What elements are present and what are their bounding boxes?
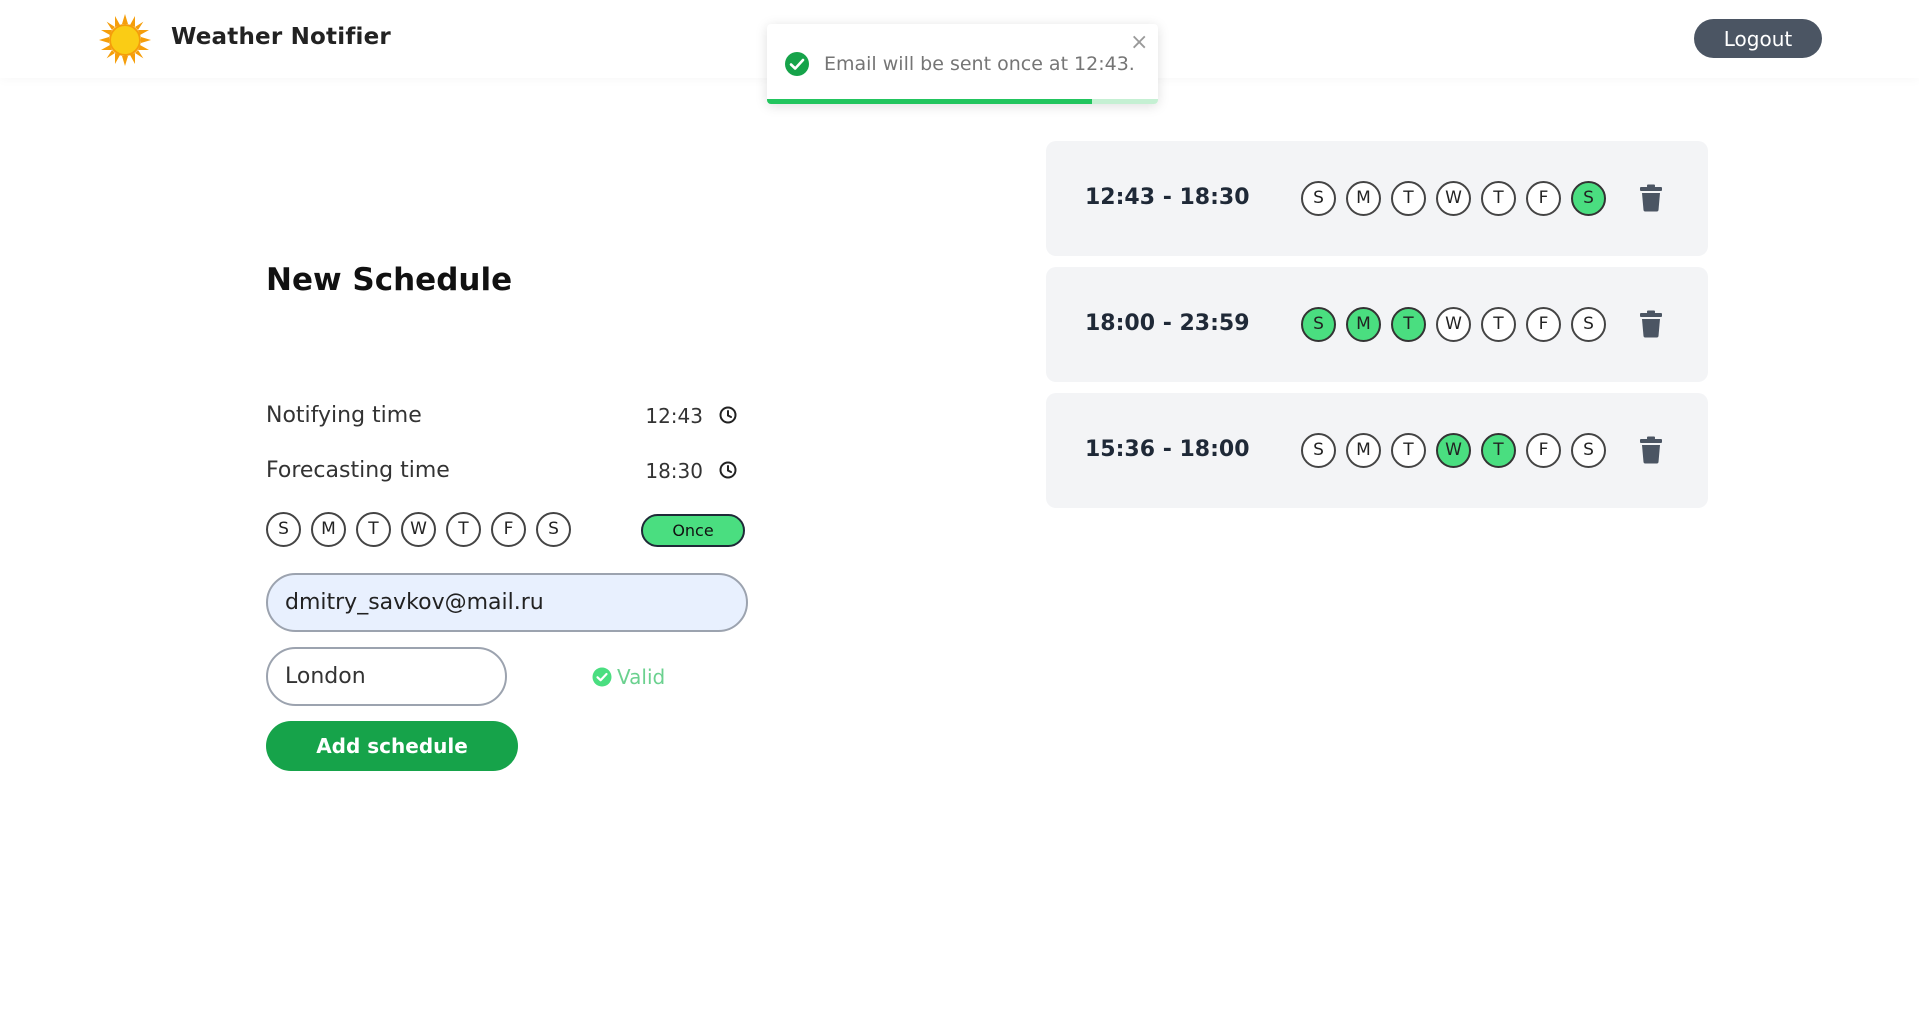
clock-icon[interactable] <box>718 405 738 425</box>
notifying-time-value[interactable]: 12:43 <box>613 404 703 428</box>
day-toggle-s[interactable]: S <box>1301 433 1336 468</box>
schedule-days: SMTWTFS <box>1301 307 1616 342</box>
day-toggle-m[interactable]: M <box>311 512 346 547</box>
day-toggle-m[interactable]: M <box>1346 433 1381 468</box>
trash-icon[interactable] <box>1639 436 1663 464</box>
day-toggle-f[interactable]: F <box>1526 181 1561 216</box>
day-toggle-s[interactable]: S <box>1571 307 1606 342</box>
day-toggle-t[interactable]: T <box>1481 181 1516 216</box>
schedule-time-range: 18:00 - 23:59 <box>1085 311 1250 336</box>
add-schedule-button[interactable]: Add schedule <box>266 721 518 771</box>
schedule-time-range: 15:36 - 18:00 <box>1085 437 1250 462</box>
form-title: New Schedule <box>266 262 513 298</box>
forecasting-time-label: Forecasting time <box>266 458 450 483</box>
toast-progress-track <box>767 99 1158 104</box>
day-toggle-m[interactable]: M <box>1346 181 1381 216</box>
toast-message: Email will be sent once at 12:43. <box>824 53 1135 75</box>
toast-progress-bar <box>767 99 1092 104</box>
day-toggle-f[interactable]: F <box>1526 433 1561 468</box>
day-toggle-w[interactable]: W <box>1436 181 1471 216</box>
clock-icon[interactable] <box>718 460 738 480</box>
day-toggle-m[interactable]: M <box>1346 307 1381 342</box>
trash-icon[interactable] <box>1639 310 1663 338</box>
app-title: Weather Notifier <box>171 24 391 50</box>
once-toggle-button[interactable]: Once <box>641 514 745 547</box>
day-toggle-s[interactable]: S <box>1301 307 1336 342</box>
forecasting-time-value[interactable]: 18:30 <box>613 459 703 483</box>
sun-icon <box>99 14 151 66</box>
schedule-time-range: 12:43 - 18:30 <box>1085 185 1250 210</box>
toast-notification: Email will be sent once at 12:43. × <box>767 24 1158 104</box>
close-icon[interactable]: × <box>1130 30 1148 56</box>
day-toggle-t[interactable]: T <box>1391 433 1426 468</box>
check-circle-icon <box>592 667 612 687</box>
day-selector: SMTWTFS <box>266 512 581 547</box>
day-toggle-w[interactable]: W <box>1436 307 1471 342</box>
day-toggle-t[interactable]: T <box>1391 181 1426 216</box>
city-input[interactable] <box>266 647 507 706</box>
day-toggle-s[interactable]: S <box>1571 181 1606 216</box>
email-input[interactable] <box>266 573 748 632</box>
day-toggle-t[interactable]: T <box>1391 307 1426 342</box>
day-toggle-t[interactable]: T <box>1481 433 1516 468</box>
day-toggle-s[interactable]: S <box>1571 433 1606 468</box>
day-toggle-s[interactable]: S <box>266 512 301 547</box>
schedule-days: SMTWTFS <box>1301 433 1616 468</box>
valid-status-label: Valid <box>617 665 666 689</box>
day-toggle-w[interactable]: W <box>401 512 436 547</box>
logout-button[interactable]: Logout <box>1694 19 1822 58</box>
schedule-card: 15:36 - 18:00 S M T W T F S <box>1046 393 1708 508</box>
day-toggle-t[interactable]: T <box>1481 307 1516 342</box>
day-toggle-s[interactable]: S <box>536 512 571 547</box>
schedule-card: 18:00 - 23:59 S M T W T F S <box>1046 267 1708 382</box>
day-toggle-f[interactable]: F <box>1526 307 1561 342</box>
trash-icon[interactable] <box>1639 184 1663 212</box>
day-toggle-t[interactable]: T <box>446 512 481 547</box>
check-circle-icon <box>785 52 809 76</box>
schedule-days: SMTWTFS <box>1301 181 1616 216</box>
schedule-card: 12:43 - 18:30 S M T W T F S <box>1046 141 1708 256</box>
day-toggle-f[interactable]: F <box>491 512 526 547</box>
notifying-time-label: Notifying time <box>266 403 422 428</box>
day-toggle-s[interactable]: S <box>1301 181 1336 216</box>
day-toggle-w[interactable]: W <box>1436 433 1471 468</box>
day-toggle-t[interactable]: T <box>356 512 391 547</box>
